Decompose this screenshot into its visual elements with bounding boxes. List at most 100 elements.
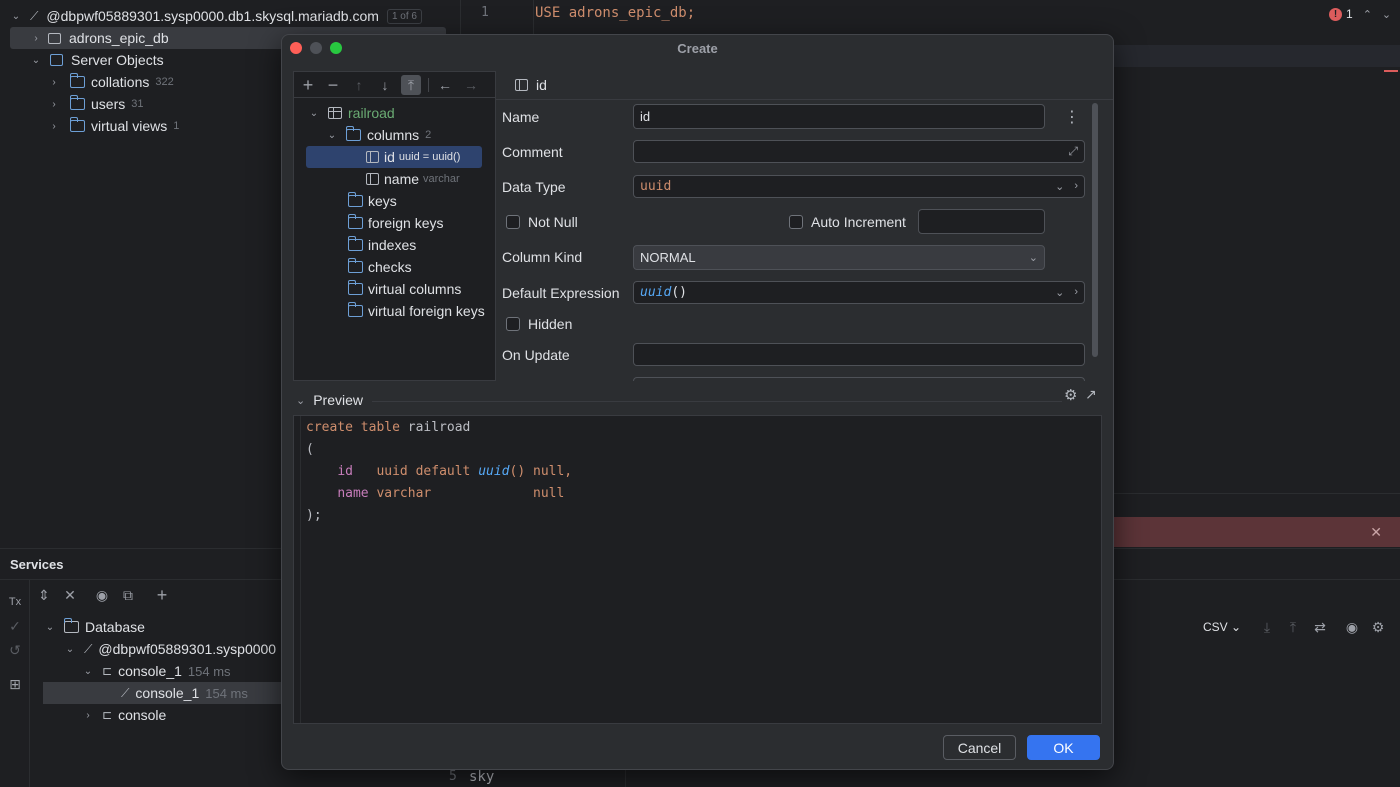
rollback-icon[interactable]: ↺: [5, 640, 25, 660]
connection-row[interactable]: ⌄ ⟋ @dbpwf05889301.sysp0000.db1.skysql.m…: [10, 5, 422, 27]
chevron-down-icon[interactable]: ⌄: [326, 129, 338, 141]
tree-folder-foreign-keys[interactable]: foreign keys: [347, 212, 443, 234]
preview-header[interactable]: ⌄ Preview: [296, 392, 363, 408]
chevron-right-icon[interactable]: ›: [48, 76, 60, 88]
layout-icon[interactable]: ⊞: [5, 674, 25, 694]
tree-item-virtual-views[interactable]: › virtual views 1: [48, 115, 179, 137]
title-bar[interactable]: Create: [282, 35, 1113, 61]
chevron-down-icon[interactable]: ⌄: [10, 10, 22, 22]
eye-icon[interactable]: ◉: [92, 585, 112, 605]
comment-input[interactable]: ⤢: [633, 140, 1085, 163]
chevron-down-icon[interactable]: ⌄: [296, 394, 305, 407]
tree-folder-virtual-foreign-keys[interactable]: virtual foreign keys: [347, 300, 485, 322]
code-line-5[interactable]: sky: [469, 769, 494, 785]
gear-icon[interactable]: ⚙: [1368, 617, 1388, 637]
sql-keyword: null: [533, 486, 565, 501]
hidden-checkbox[interactable]: Hidden: [506, 316, 572, 332]
remove-icon[interactable]: −: [323, 75, 343, 95]
tree-folder-keys[interactable]: keys: [347, 190, 397, 212]
column-detail: varchar: [423, 173, 460, 185]
checkbox-box[interactable]: [506, 317, 520, 331]
auto-increment-checkbox[interactable]: Auto Increment: [789, 214, 906, 230]
code-line-1[interactable]: USE adrons_epic_db;: [535, 5, 695, 21]
tree-item-collations[interactable]: › collations 322: [48, 71, 174, 93]
form-scrollbar[interactable]: [1092, 103, 1098, 357]
chevron-up-icon[interactable]: ⌃: [1363, 8, 1372, 21]
chevron-right-icon[interactable]: ›: [48, 120, 60, 132]
commit-icon[interactable]: ✓: [5, 616, 25, 636]
upload-icon[interactable]: ⤒: [1283, 617, 1303, 637]
add-icon[interactable]: +: [152, 585, 172, 605]
open-external-icon[interactable]: ↗: [1085, 386, 1097, 403]
ok-button[interactable]: OK: [1027, 735, 1100, 760]
close-icon[interactable]: ✕: [1370, 524, 1382, 541]
column-kind-select[interactable]: NORMAL ⌄: [633, 245, 1045, 270]
chevron-right-icon[interactable]: ›: [82, 709, 94, 721]
checkbox-box[interactable]: [789, 215, 803, 229]
expand-icon[interactable]: ⤢: [1068, 144, 1078, 159]
services-database-row[interactable]: ⌄ Database: [44, 616, 145, 638]
services-console-child-row[interactable]: ⟋ console_1 154 ms: [43, 682, 283, 704]
tree-item-users[interactable]: › users 31: [48, 93, 143, 115]
cancel-button[interactable]: Cancel: [943, 735, 1016, 760]
chevron-down-icon[interactable]: ⌄: [64, 643, 76, 655]
default-expression-combo[interactable]: uuid() ⌄ ›: [633, 281, 1085, 304]
chevron-down-icon[interactable]: ⌄: [1055, 180, 1064, 193]
services-connection-row[interactable]: ⌄ ⟋ @dbpwf05889301.sysp0000: [64, 638, 276, 660]
chevron-down-icon[interactable]: ⌄: [1382, 8, 1391, 21]
move-up-icon[interactable]: ↑: [349, 75, 369, 95]
compare-icon[interactable]: ⇄: [1310, 617, 1330, 637]
connection-icon: ⟋: [30, 8, 39, 23]
tree-folder-indexes[interactable]: indexes: [347, 234, 416, 256]
console-time: 154 ms: [205, 685, 248, 701]
datatype-combo[interactable]: uuid ⌄ ›: [633, 175, 1085, 198]
not-null-checkbox[interactable]: Not Null: [506, 214, 578, 230]
move-top-icon[interactable]: ⤒: [401, 75, 421, 95]
tree-table-row[interactable]: ⌄ railroad: [308, 102, 395, 124]
expand-all-icon[interactable]: ⇕: [34, 585, 54, 605]
tree-folder-checks[interactable]: checks: [347, 256, 412, 278]
services-console-row[interactable]: › ⊏ console: [82, 704, 166, 726]
tree-column-name-row[interactable]: name varchar: [366, 168, 460, 190]
checkbox-box[interactable]: [506, 215, 520, 229]
on-update-label: On Update: [502, 347, 570, 363]
error-indicator[interactable]: ! 1 ⌃ ⌄: [1329, 7, 1391, 21]
forward-icon[interactable]: →: [461, 75, 481, 95]
new-tab-icon[interactable]: ⧉: [118, 585, 138, 605]
column-icon: [366, 173, 379, 185]
download-icon[interactable]: ⤓: [1257, 617, 1277, 637]
back-icon[interactable]: ←: [435, 75, 455, 95]
tree-columns-row[interactable]: ⌄ columns 2: [326, 124, 431, 146]
tree-column-id-row[interactable]: id uuid = uuid(): [306, 146, 482, 168]
move-down-icon[interactable]: ↓: [375, 75, 395, 95]
chevron-down-icon[interactable]: ⌄: [308, 107, 320, 119]
more-options-icon[interactable]: ⋮: [1064, 107, 1080, 127]
preview-code[interactable]: create table railroad ( id uuid default …: [293, 415, 1102, 724]
gear-icon[interactable]: ⚙: [1064, 386, 1077, 404]
datatype-value: uuid: [640, 179, 672, 194]
chevron-down-icon[interactable]: ⌄: [44, 621, 56, 633]
chevron-right-icon[interactable]: ›: [30, 32, 42, 44]
error-stripe-mark[interactable]: [1384, 70, 1398, 72]
auto-increment-input[interactable]: [918, 209, 1045, 234]
chevron-down-icon[interactable]: ⌄: [82, 665, 94, 677]
on-update-input[interactable]: [633, 343, 1085, 366]
add-icon[interactable]: +: [298, 75, 318, 95]
chevron-down-icon[interactable]: ⌄: [30, 54, 42, 66]
tree-folder-virtual-columns[interactable]: virtual columns: [347, 278, 461, 300]
collapse-all-icon[interactable]: ✕: [60, 585, 80, 605]
sql-function: uuid: [478, 464, 510, 479]
transaction-icon[interactable]: Tx: [5, 592, 25, 612]
name-input[interactable]: id: [633, 104, 1045, 129]
chevron-right-icon[interactable]: ›: [1074, 180, 1078, 193]
eye-icon[interactable]: ◉: [1342, 617, 1362, 637]
server-objects-row[interactable]: ⌄ Server Objects: [30, 49, 164, 71]
csv-dropdown[interactable]: CSV ⌄: [1203, 620, 1241, 634]
sql-column: name: [337, 486, 369, 501]
chevron-down-icon[interactable]: ⌄: [1055, 286, 1064, 299]
columns-count: 2: [425, 129, 432, 141]
services-console-parent-row[interactable]: ⌄ ⊏ console_1 154 ms: [82, 660, 231, 682]
chevron-right-icon[interactable]: ›: [48, 98, 60, 110]
preview-line-4: name varchar null: [306, 483, 1101, 505]
chevron-right-icon[interactable]: ›: [1074, 286, 1078, 299]
